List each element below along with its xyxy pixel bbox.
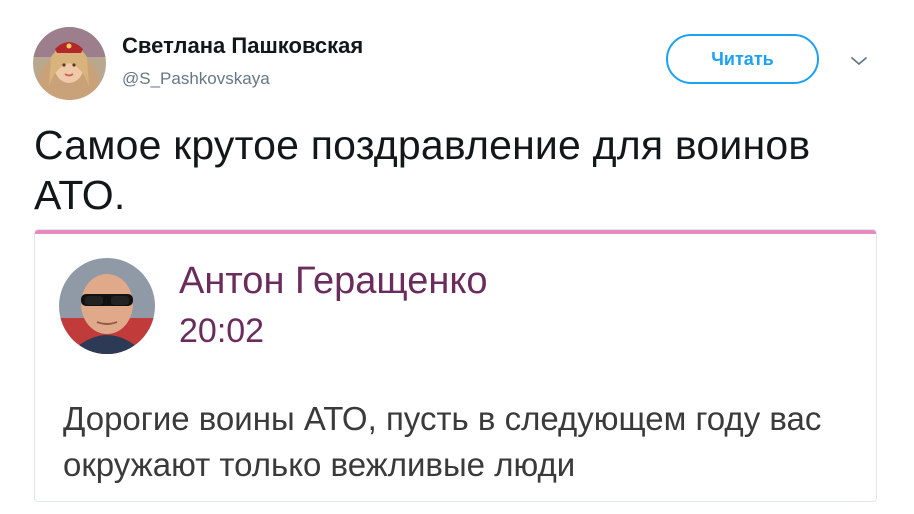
author-name[interactable]: Светлана Пашковская [122,33,363,59]
post-text: Дорогие воины АТО, пусть в следующем год… [63,400,822,483]
embedded-image-card[interactable]: Антон Геращенко 20:02 Дорогие воины АТО,… [34,229,877,502]
author-avatar[interactable] [33,27,106,100]
tweet-page: Светлана Пашковская @S_Pashkovskaya Чита… [0,0,914,514]
chevron-down-icon[interactable] [849,54,869,68]
card-top-bar [35,230,876,234]
author-handle[interactable]: @S_Pashkovskaya [122,69,270,89]
follow-button[interactable]: Читать [666,34,819,84]
post-timestamp: 20:02 [179,312,265,350]
tweet-text: Самое крутое поздравление для воинов АТО… [34,122,811,218]
post-author-name: Антон Геращенко [179,260,488,302]
post-author-avatar [59,258,155,354]
